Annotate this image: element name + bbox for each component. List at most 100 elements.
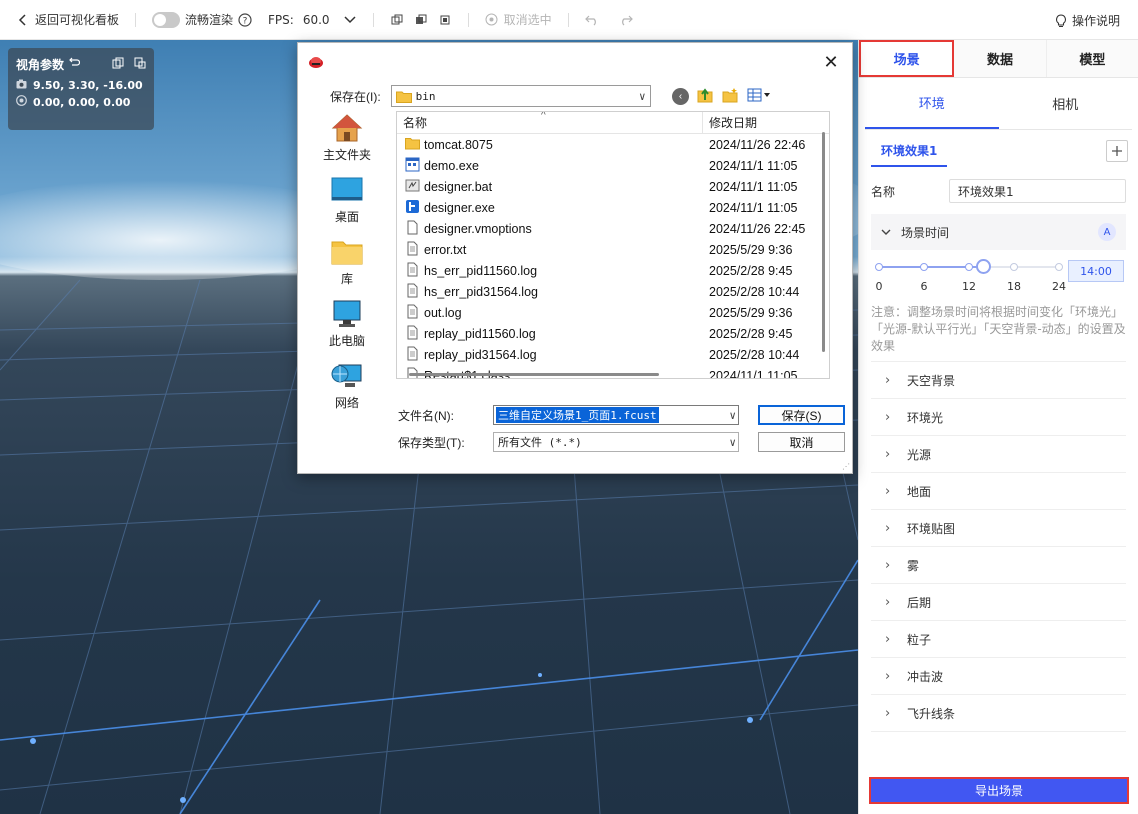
section-environment-map[interactable]: › 环境贴图 [871,510,1126,547]
file-row[interactable]: hs_err_pid31564.log 2025/2/28 10:44 [397,281,829,302]
target-icon [485,13,499,27]
section-label: 天空背景 [907,373,956,388]
section-post-processing[interactable]: › 后期 [871,584,1126,621]
section-label: 粒子 [907,632,932,647]
folder-icon [395,91,412,103]
file-row[interactable]: hs_err_pid11560.log 2025/2/28 9:45 [397,260,829,281]
file-icon [405,220,420,238]
layer-icon[interactable] [414,13,428,27]
reset-icon[interactable] [68,57,81,72]
column-date[interactable]: 修改日期 [703,112,829,133]
subtab-camera[interactable]: 相机 [999,78,1133,129]
slider-tick-label: 0 [875,280,883,293]
help-circle-icon[interactable]: ? [238,12,252,27]
current-folder-name: bin [415,89,436,103]
add-environment-button[interactable] [1106,140,1128,162]
section-label: 环境光 [907,410,944,425]
section-ambient-light[interactable]: › 环境光 [871,399,1126,436]
file-name: hs_err_pid11560.log [424,263,538,278]
save-button[interactable]: 保存(S) [758,405,845,425]
copy-icon[interactable] [390,13,404,27]
smooth-render-toggle[interactable] [152,11,181,28]
divider [135,12,137,27]
file-name: hs_err_pid31564.log [424,284,538,299]
back-arrow-icon[interactable]: ‹ [672,88,689,105]
horizontal-scrollbar[interactable] [409,373,659,376]
new-folder-icon[interactable] [722,87,739,106]
paste-icon[interactable] [134,57,146,72]
column-name[interactable]: 名称 ^ [397,112,703,133]
place-network[interactable]: 网络 [314,361,380,423]
file-row[interactable]: tomcat.8075 2024/11/26 22:46 [397,134,829,155]
time-value-input[interactable]: 14:00 [1068,260,1124,282]
section-shockwave[interactable]: › 冲击波 [871,658,1126,695]
section-light-source[interactable]: › 光源 [871,436,1126,473]
place-desktop[interactable]: 桌面 [314,175,380,237]
file-date: 2025/2/28 9:45 [709,263,793,278]
auto-time-icon[interactable]: A [1098,223,1116,241]
scene-time-slider[interactable]: 0 6 12 18 24 14:00 [871,256,1126,304]
resize-grip-icon[interactable]: ⋰ [842,462,850,471]
section-ground[interactable]: › 地面 [871,473,1126,510]
section-rising-lines[interactable]: › 飞升线条 [871,695,1126,732]
filename-row: 文件名(N): 三维自定义场景1_页面1.fcust ∨ [398,405,739,425]
close-icon[interactable]: ✕ [820,52,842,73]
file-row[interactable]: out.log 2025/5/29 9:36 [397,302,829,323]
copy-icon[interactable] [112,57,124,72]
place-this-pc[interactable]: 此电脑 [314,299,380,361]
camera-position-row: 9.50, 3.30, -16.00 [16,79,146,92]
file-row[interactable]: designer.exe 2024/11/1 11:05 [397,197,829,218]
duplicate-icon[interactable] [438,13,452,27]
column-label: 名称 [403,116,428,130]
place-library[interactable]: 库 [314,237,380,299]
file-date: 2024/11/1 11:05 [709,368,798,379]
file-date: 2025/2/28 10:44 [709,347,800,362]
export-scene-button[interactable]: 导出场景 [869,777,1129,804]
file-row[interactable]: replay_pid11560.log 2025/2/28 9:45 [397,323,829,344]
chevron-down-icon[interactable] [343,13,357,27]
divider [372,12,374,27]
chevron-down-icon[interactable]: ∨ [729,409,736,422]
file-row[interactable]: error.txt 2025/5/29 9:36 [397,239,829,260]
file-date: 2025/5/29 9:36 [709,242,793,257]
filetype-select[interactable]: 所有文件 (*.*) ∨ [493,432,739,452]
file-row[interactable]: replay_pid31564.log 2025/2/28 10:44 [397,344,829,365]
cancel-button[interactable]: 取消 [758,432,845,452]
file-row[interactable]: designer.bat 2024/11/1 11:05 [397,176,829,197]
chevron-right-icon: › [885,705,891,721]
filename-value: 三维自定义场景1_页面1.fcust [496,407,659,423]
file-row[interactable]: designer.vmoptions 2024/11/26 22:45 [397,218,829,239]
view-menu-icon[interactable] [747,88,771,105]
file-name-cell: demo.exe [397,157,703,175]
slider-handle[interactable] [976,259,992,274]
place-home[interactable]: 主文件夹 [314,113,380,175]
redo-icon[interactable] [619,13,633,27]
save-in-combo[interactable]: bin ∨ [390,85,651,107]
slider-tick-label: 6 [920,280,928,293]
network-icon [331,364,362,387]
file-name-cell: designer.vmoptions [397,220,703,238]
place-label: 网络 [334,396,359,410]
file-name-cell: designer.exe [397,199,703,217]
back-button[interactable]: 返回可视化看板 [16,11,119,28]
scene-time-section-header[interactable]: 场景时间 A [871,214,1126,250]
subtab-environment[interactable]: 环境 [865,78,999,129]
filename-input[interactable]: 三维自定义场景1_页面1.fcust ∨ [493,405,739,425]
name-input[interactable]: 环境效果1 [949,179,1126,203]
vertical-scrollbar[interactable] [822,132,825,352]
file-row[interactable]: demo.exe 2024/11/1 11:05 [397,155,829,176]
file-row[interactable]: Restart$1.class2024/11/1 11:05 [397,365,829,379]
tab-data[interactable]: 数据 [954,40,1047,77]
tab-model[interactable]: 模型 [1047,40,1138,77]
section-fog[interactable]: › 雾 [871,547,1126,584]
deselect-button[interactable]: 取消选中 [485,11,552,28]
up-folder-icon[interactable] [697,87,714,106]
tab-scene[interactable]: 场景 [859,40,955,77]
environment-effect-tab[interactable]: 环境效果1 [871,136,948,167]
undo-icon[interactable] [584,13,599,27]
places-sidebar: 主文件夹 桌面 库 此电脑 网络 [314,113,380,418]
section-particles[interactable]: › 粒子 [871,621,1126,658]
section-sky-background[interactable]: › 天空背景 [871,362,1126,399]
help-button[interactable]: 操作说明 [1054,12,1120,29]
chevron-right-icon: › [885,594,891,610]
